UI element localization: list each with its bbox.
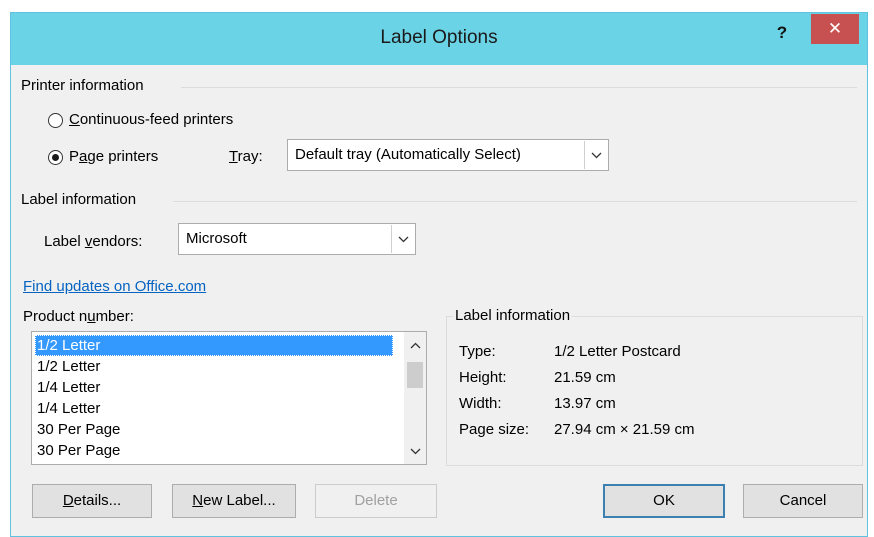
label-vendors-select[interactable]: Microsoft: [178, 223, 416, 255]
dialog-title: Label Options: [380, 27, 498, 48]
list-item[interactable]: 1/2 Letter: [35, 356, 393, 377]
cancel-button[interactable]: Cancel: [743, 484, 863, 518]
height-label: Height:: [459, 369, 507, 386]
width-label: Width:: [459, 395, 502, 412]
continuous-feed-label[interactable]: Continuous-feed printers: [69, 111, 233, 128]
label-details-box: [446, 316, 863, 466]
height-value: 21.59 cm: [554, 369, 616, 386]
label-options-dialog: Label Options ? ✕ Printer information Co…: [10, 12, 868, 537]
label-vendors-value: Microsoft: [186, 230, 247, 247]
title-bar[interactable]: Label Options ? ✕: [11, 13, 867, 65]
chevron-down-icon[interactable]: [404, 442, 426, 462]
close-button[interactable]: ✕: [811, 14, 859, 44]
details-button[interactable]: Details...: [32, 484, 152, 518]
page-size-value: 27.94 cm × 21.59 cm: [554, 421, 695, 438]
page-size-label: Page size:: [459, 421, 530, 438]
chevron-down-icon[interactable]: [584, 141, 607, 169]
new-label-button[interactable]: New Label...: [172, 484, 296, 518]
list-item[interactable]: 1/4 Letter: [35, 398, 393, 419]
label-vendors-label: Label vendors:: [44, 233, 143, 250]
chevron-down-icon[interactable]: [391, 225, 414, 253]
label-details-heading: Label information: [453, 307, 573, 324]
list-item[interactable]: 1/4 Letter: [35, 377, 393, 398]
list-item[interactable]: 30 Per Page: [35, 419, 393, 440]
type-value: 1/2 Letter Postcard: [554, 343, 681, 360]
list-scrollbar[interactable]: [404, 332, 426, 464]
find-updates-link[interactable]: Find updates on Office.com: [23, 278, 206, 295]
ok-button[interactable]: OK: [603, 484, 725, 518]
delete-button[interactable]: Delete: [315, 484, 437, 518]
list-item[interactable]: 30 Per Page: [35, 440, 393, 461]
page-printers-label[interactable]: Page printers: [69, 148, 158, 165]
group-divider: [181, 87, 857, 88]
tray-select[interactable]: Default tray (Automatically Select): [287, 139, 609, 171]
tray-label: Tray:: [229, 148, 263, 165]
group-divider: [173, 201, 857, 202]
printer-info-heading: Printer information: [21, 77, 144, 94]
product-number-label: Product number:: [23, 308, 134, 325]
list-item[interactable]: 1/2 Letter: [35, 335, 393, 356]
chevron-up-icon[interactable]: [404, 336, 426, 356]
continuous-feed-radio[interactable]: [48, 113, 63, 128]
scrollbar-thumb[interactable]: [407, 362, 423, 388]
tray-value: Default tray (Automatically Select): [295, 146, 521, 163]
width-value: 13.97 cm: [554, 395, 616, 412]
label-info-heading: Label information: [21, 191, 137, 208]
page-printers-radio[interactable]: [48, 150, 63, 165]
product-number-list[interactable]: 1/2 Letter 1/2 Letter 1/4 Letter 1/4 Let…: [31, 331, 427, 465]
type-label: Type:: [459, 343, 496, 360]
help-button[interactable]: ?: [769, 21, 795, 45]
